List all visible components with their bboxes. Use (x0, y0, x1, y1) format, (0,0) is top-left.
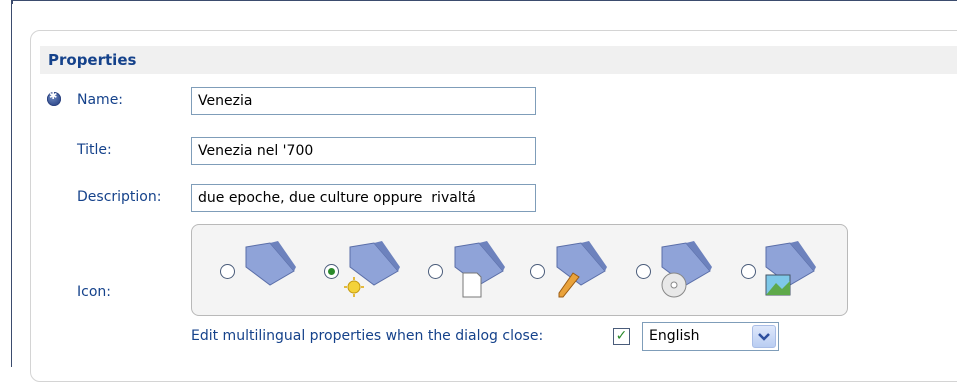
chevron-down-icon (758, 333, 770, 341)
window-frame-top (12, 0, 957, 4)
icon-label: Icon: (77, 284, 111, 300)
language-select[interactable]: English (642, 322, 779, 351)
name-field[interactable] (191, 87, 536, 115)
section-title: Properties (48, 51, 137, 69)
folder-pencil-icon[interactable] (549, 237, 609, 299)
window-frame-left (0, 0, 12, 367)
folder-sun-icon[interactable] (342, 237, 402, 299)
icon-chooser (191, 224, 848, 316)
name-label: Name: (77, 92, 124, 108)
icon-radio-1[interactable] (220, 264, 235, 279)
icon-radio-5[interactable] (636, 264, 651, 279)
folder-image-icon[interactable] (758, 237, 818, 299)
dropdown-button[interactable] (752, 325, 776, 348)
required-icon (47, 91, 61, 106)
multilingual-checkbox[interactable]: ✓ (613, 328, 630, 345)
description-field[interactable] (191, 184, 536, 212)
icon-radio-4[interactable] (530, 264, 545, 279)
icon-radio-6[interactable] (741, 264, 756, 279)
title-field[interactable] (191, 137, 536, 165)
folder-disc-icon[interactable] (654, 237, 714, 299)
language-value: English (649, 328, 700, 344)
title-label: Title: (77, 142, 112, 158)
icon-radio-2[interactable] (324, 264, 339, 279)
section-header (40, 46, 957, 74)
icon-radio-3[interactable] (428, 264, 443, 279)
multilingual-label: Edit multilingual properties when the di… (191, 328, 544, 344)
folder-document-icon[interactable] (447, 237, 507, 299)
folder-icon[interactable] (240, 237, 300, 299)
description-label: Description: (77, 189, 162, 205)
